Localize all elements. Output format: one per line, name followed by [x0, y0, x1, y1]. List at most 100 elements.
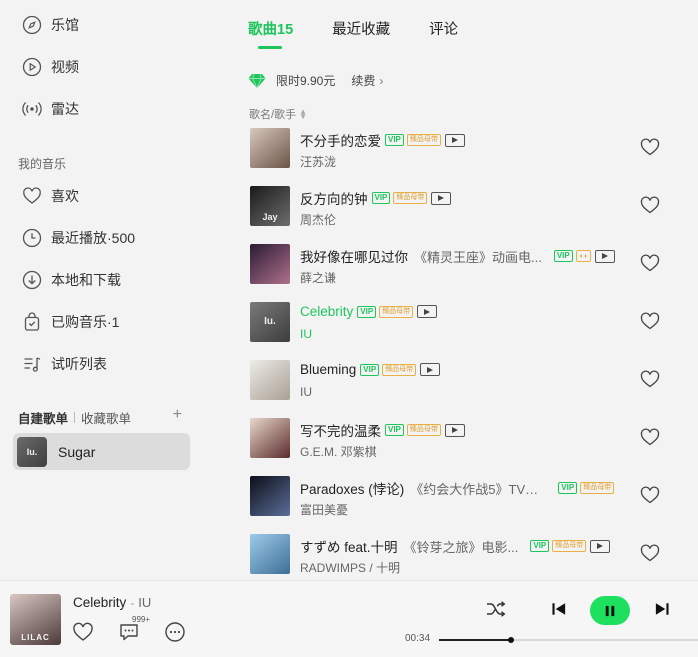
song-source: 《约会大作战5》TV动...	[410, 481, 547, 497]
song-row[interactable]: すずめ feat.十明 《铃芽之旅》电影... VIP 臻品母带 RADWIMPS / …	[250, 534, 670, 576]
mv-play-icon[interactable]	[444, 133, 465, 147]
song-title[interactable]: 不分手的恋爱	[300, 130, 381, 150]
vip-badge: VIP	[360, 363, 380, 376]
nav-item-trial[interactable]: 试听列表	[22, 352, 107, 376]
song-artist[interactable]: IU	[300, 385, 312, 399]
heart-icon[interactable]	[640, 544, 660, 562]
tab-recent-favorites[interactable]: 最近收藏	[332, 18, 390, 39]
master-quality-badge: 臻品母带	[552, 540, 587, 552]
song-row[interactable]: Iu. Celebrity VIP 臻品母带 IU	[250, 302, 670, 342]
song-title[interactable]: Paradoxes (悖论)	[300, 478, 404, 498]
playlist-item-sugar[interactable]: Iu. Sugar	[13, 433, 190, 470]
song-cover: Iu.	[250, 302, 290, 342]
comments-button[interactable]: 999+	[118, 615, 150, 643]
heart-icon[interactable]	[640, 370, 660, 388]
vip-badge: VIP	[558, 482, 578, 494]
nav-label-trial: 试听列表	[51, 356, 107, 372]
song-title[interactable]: 写不完的温柔	[300, 420, 381, 440]
song-row[interactable]: Jay 反方向的钟 VIP 臻品母带 周杰伦	[250, 186, 670, 228]
diamond-icon	[248, 73, 266, 88]
mv-play-icon[interactable]	[590, 539, 611, 553]
column-header-title-artist[interactable]: 歌名/歌手 ▲ ▼	[249, 106, 307, 122]
cover-text: Iu.	[264, 316, 276, 327]
song-artist[interactable]: 富田美憂	[300, 501, 348, 518]
song-title[interactable]: Blueming	[300, 362, 356, 377]
title-separator: -	[130, 596, 135, 610]
song-artist[interactable]: 汪苏泷	[300, 153, 336, 170]
song-artist[interactable]: IU	[300, 327, 312, 341]
song-row[interactable]: 写不完的温柔 VIP 臻品母带 G.E.M. 邓紫棋	[250, 418, 670, 460]
song-row[interactable]: 不分手的恋爱 VIP 臻品母带汪苏泷	[250, 128, 670, 170]
heart-icon	[22, 186, 42, 206]
music-list-icon	[22, 354, 42, 374]
heart-icon[interactable]	[640, 428, 660, 446]
song-title-row: 反方向的钟 VIP 臻品母带	[300, 188, 452, 208]
tab-songs[interactable]: 歌曲15	[248, 18, 293, 49]
sidebar: 乐馆 视频 雷达 我的音乐 喜欢 最近播放·500 本地和下载 已购音乐·1 试…	[0, 0, 205, 580]
song-title[interactable]: 我好像在哪见过你	[300, 246, 408, 266]
mv-play-icon[interactable]	[444, 423, 465, 437]
progress-bar[interactable]	[439, 637, 698, 643]
mv-play-icon[interactable]	[594, 249, 615, 263]
vip-badge: VIP	[385, 134, 404, 146]
nav-label-video: 视频	[51, 59, 79, 75]
song-artist[interactable]: 薛之谦	[300, 269, 336, 286]
song-title[interactable]: Celebrity	[300, 304, 353, 319]
nav-item-video[interactable]: 视频	[22, 55, 79, 79]
more-button[interactable]	[164, 621, 186, 643]
renew-link[interactable]: 续费	[351, 72, 375, 89]
mv-play-icon[interactable]	[417, 305, 438, 318]
tab-created-playlists[interactable]: 自建歌单	[18, 408, 68, 427]
next-icon	[655, 603, 669, 615]
nav-item-recent[interactable]: 最近播放·500	[22, 226, 135, 250]
vip-badge: VIP	[357, 305, 377, 318]
nav-item-like[interactable]: 喜欢	[22, 184, 79, 208]
song-title[interactable]: 反方向的钟	[300, 188, 368, 208]
song-artist[interactable]: G.E.M. 邓紫棋	[300, 443, 377, 460]
song-title-row: すずめ feat.十明 《铃芽之旅》电影... VIP 臻品母带	[300, 536, 611, 556]
now-playing-artist[interactable]: IU	[138, 595, 151, 610]
nav-label-like: 喜欢	[51, 188, 79, 204]
my-music-label: 我的音乐	[18, 157, 67, 171]
content-tabs: 歌曲15 最近收藏 评论	[248, 18, 497, 49]
heart-icon[interactable]	[640, 196, 660, 214]
pause-button[interactable]	[590, 596, 630, 625]
like-button[interactable]	[72, 621, 94, 643]
master-quality-badge: 臻品母带	[406, 134, 441, 146]
nav-label-recent: 最近播放·500	[51, 230, 136, 246]
song-title-row: Celebrity VIP 臻品母带	[300, 304, 438, 319]
heart-icon[interactable]	[640, 312, 660, 330]
tab-comments[interactable]: 评论	[429, 18, 458, 39]
heart-icon[interactable]	[640, 486, 660, 504]
song-title-row: Paradoxes (悖论) 《约会大作战5》TV动... VIP 臻品母带	[300, 478, 615, 498]
song-title-row: 我好像在哪见过你 《精灵王座》动画电... VIP ◗◖	[300, 246, 615, 266]
song-cover	[250, 534, 290, 574]
now-playing-title[interactable]: Celebrity	[73, 595, 126, 610]
song-row[interactable]: Paradoxes (悖论) 《约会大作战5》TV动... VIP 臻品母带 富田美憂	[250, 476, 670, 518]
heart-icon[interactable]	[640, 138, 660, 156]
nav-item-hall[interactable]: 乐馆	[22, 13, 79, 37]
heart-icon[interactable]	[640, 254, 660, 272]
song-row[interactable]: Blueming VIP 臻品母带 IU	[250, 360, 670, 400]
nav-item-radar[interactable]: 雷达	[22, 97, 79, 121]
song-artist[interactable]: RADWIMPS / 十明	[300, 559, 400, 576]
song-row[interactable]: 我好像在哪见过你 《精灵王座》动画电... VIP ◗◖ 薛之谦	[250, 244, 670, 286]
progress-handle[interactable]	[508, 637, 514, 643]
next-button[interactable]	[651, 598, 673, 620]
shuffle-button[interactable]	[485, 598, 507, 620]
song-title[interactable]: すずめ feat.十明	[300, 536, 398, 556]
more-icon	[165, 622, 185, 642]
tab-collected-playlists[interactable]: 收藏歌单	[81, 408, 131, 427]
add-playlist-button[interactable]: +	[173, 406, 182, 424]
mv-play-icon[interactable]	[431, 191, 452, 205]
nav-label-hall: 乐馆	[51, 17, 79, 33]
nav-item-local[interactable]: 本地和下载	[22, 268, 121, 292]
mv-play-icon[interactable]	[420, 363, 441, 376]
song-cover	[250, 244, 290, 284]
now-playing-cover[interactable]: LILAC	[10, 594, 61, 645]
nav-item-purchased[interactable]: 已购音乐·1	[22, 310, 119, 334]
chevron-right-icon[interactable]: ›	[379, 74, 383, 88]
previous-button[interactable]	[548, 598, 570, 620]
song-title-row: 不分手的恋爱 VIP 臻品母带	[300, 130, 465, 150]
song-artist[interactable]: 周杰伦	[300, 211, 336, 228]
